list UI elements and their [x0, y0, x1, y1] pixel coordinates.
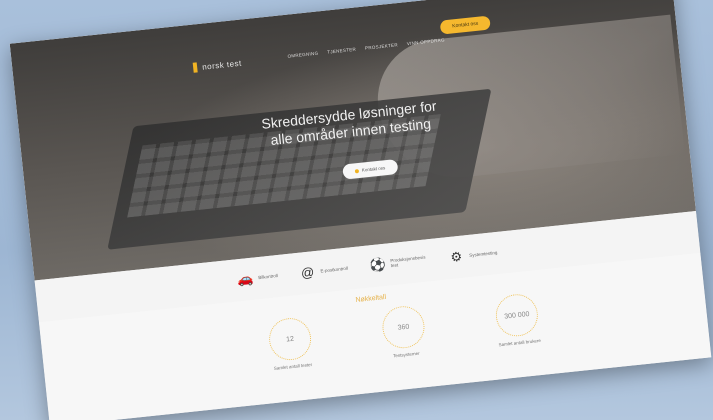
stat-caption: Samlet antall brukere: [498, 337, 542, 348]
gear-icon: ⚙: [449, 248, 463, 265]
soccer-ball-icon: ⚽: [368, 256, 387, 273]
car-icon: 🚗: [236, 270, 255, 287]
hero-button-label: Kontakt oss: [361, 165, 386, 173]
stat-item: 300 000 Samlet antall brukere: [487, 291, 548, 348]
menu-item-3[interactable]: Prosjekter: [365, 42, 398, 50]
service-label: Produksjonsbevis test: [390, 254, 426, 269]
menu-item-2[interactable]: Tjenester: [327, 47, 356, 55]
stat-item: 360 Testsystemer: [373, 303, 434, 360]
stat-value: 12: [285, 335, 295, 344]
service-label: Bilkontroll: [258, 272, 278, 280]
website-screenshot: norsk test Omregning Tjenester Prosjekte…: [9, 0, 712, 420]
stat-ring: 300 000: [493, 292, 540, 339]
stat-value: 300 000: [503, 310, 530, 321]
contact-button[interactable]: Kontakt oss: [439, 15, 491, 35]
button-dot-icon: [354, 168, 360, 173]
stat-item: 12 Samlet antall tester: [260, 315, 321, 372]
logo-mark-icon: [192, 62, 198, 73]
service-item-epost[interactable]: @ E-postkontroll: [299, 261, 349, 281]
menu-item-1[interactable]: Omregning: [287, 51, 318, 59]
main-menu: Omregning Tjenester Prosjekter Vinn oppd…: [287, 37, 445, 58]
logo[interactable]: norsk test: [192, 58, 243, 73]
menu-item-4[interactable]: Vinn oppdrag: [407, 37, 445, 46]
service-label: Systemtesting: [468, 249, 498, 258]
logo-text: norsk test: [201, 58, 243, 72]
stat-value: 360: [397, 323, 410, 332]
stat-ring: 360: [380, 304, 427, 351]
service-item-system[interactable]: ⚙ Systemtesting: [448, 246, 498, 264]
stat-caption: Testsystemer: [392, 350, 420, 359]
at-icon: @: [300, 263, 315, 281]
service-item-bilkontroll[interactable]: 🚗 Bilkontroll: [236, 269, 279, 287]
stat-ring: 12: [267, 316, 314, 363]
service-item-produksjon[interactable]: ⚽ Produksjonsbevis test: [368, 253, 427, 273]
stat-caption: Samlet antall tester: [273, 361, 313, 371]
service-label: E-postkontroll: [320, 265, 349, 274]
